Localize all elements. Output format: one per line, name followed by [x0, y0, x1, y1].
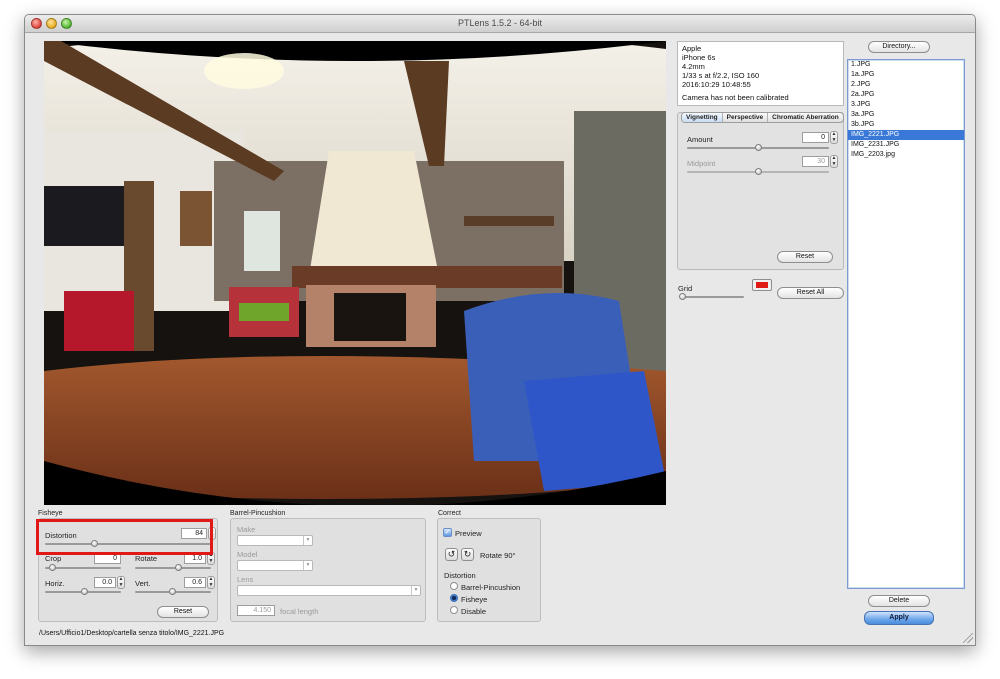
exif-make: Apple	[682, 44, 702, 53]
lens-label: Lens	[237, 575, 254, 584]
exif-model: iPhone 6s	[682, 53, 716, 62]
file-item[interactable]: 2a.JPG	[848, 90, 964, 100]
room-photo	[44, 41, 666, 505]
rotate-right-icon[interactable]: ↻	[461, 548, 474, 561]
vert-field[interactable]: 0.6	[184, 577, 206, 588]
vert-stepper[interactable]: ▲ ▼	[207, 576, 215, 589]
correct-group: ✓ Preview ↺ ↻ Rotate 90° Distortion Barr…	[437, 518, 541, 622]
file-list[interactable]: 1.JPG 1a.JPG 2.JPG 2a.JPG 3.JPG 3a.JPG 3…	[847, 59, 965, 589]
calibration-status: Camera has not been calibrated	[682, 93, 789, 102]
rotate-slider-knob[interactable]	[175, 564, 182, 571]
vert-label: Vert.	[135, 579, 151, 588]
title-bar: PTLens 1.5.2 - 64-bit	[25, 15, 975, 33]
file-item[interactable]: 3b.JPG	[848, 120, 964, 130]
make-select[interactable]: ▼	[237, 535, 313, 546]
radio-disable[interactable]	[450, 606, 458, 614]
exif-exposure: 1/33 s at f/2.2, ISO 160	[682, 71, 760, 80]
rotate-slider[interactable]	[135, 564, 211, 571]
file-item[interactable]: 3.JPG	[848, 100, 964, 110]
preview-checkbox[interactable]: ✓	[443, 528, 452, 537]
exif-info-box: Apple iPhone 6s 4.2mm 1/33 s at f/2.2, I…	[677, 41, 844, 106]
chevron-down-icon: ▼	[303, 561, 312, 570]
amount-label: Amount	[687, 135, 713, 144]
preview-label: Preview	[455, 529, 482, 538]
grid-slider-knob[interactable]	[679, 293, 686, 300]
file-item[interactable]: 2.JPG	[848, 80, 964, 90]
file-item[interactable]: 1a.JPG	[848, 70, 964, 80]
app-window: PTLens 1.5.2 - 64-bit Apple iPhone 6s 4.…	[24, 14, 976, 646]
grid-slider[interactable]	[679, 293, 744, 300]
radio-fisheye[interactable]	[450, 594, 458, 602]
midpoint-slider[interactable]	[687, 168, 829, 175]
status-file-path: /Users/Ufficio1/Desktop/cartella senza t…	[39, 630, 225, 637]
vert-slider[interactable]	[135, 588, 211, 595]
distortion-mode-title: Distortion	[444, 571, 476, 580]
amount-slider-knob[interactable]	[755, 144, 762, 151]
rotate-90-label: Rotate 90°	[480, 551, 516, 560]
amount-slider[interactable]	[687, 144, 829, 151]
horiz-stepper[interactable]: ▲ ▼	[117, 576, 125, 589]
radio-disable-label: Disable	[461, 607, 487, 616]
tab-bar: Vignetting Perspective Chromatic Aberrat…	[681, 112, 844, 123]
rotate-label: Rotate	[135, 554, 158, 563]
tab-perspective[interactable]: Perspective	[723, 113, 769, 122]
grid-color-swatch	[756, 282, 768, 288]
radio-barrel-pincushion-label: Barrel-Pincushion	[461, 583, 521, 592]
model-select[interactable]: ▼	[237, 560, 313, 571]
midpoint-stepper[interactable]: ▲ ▼	[830, 155, 838, 168]
focal-length-label: focal length	[280, 607, 319, 616]
apply-button[interactable]: Apply	[864, 611, 934, 625]
crop-slider[interactable]	[45, 564, 121, 571]
file-item[interactable]: 1.JPG	[848, 60, 964, 70]
distortion-highlight-box	[36, 519, 213, 555]
reset-all-button[interactable]: Reset All	[777, 287, 844, 299]
correct-group-title: Correct	[438, 510, 461, 517]
resize-grip-icon[interactable]	[963, 633, 973, 643]
vignetting-reset-button[interactable]: Reset	[777, 251, 833, 263]
midpoint-label: Midpoint	[687, 159, 716, 168]
tab-chromatic-aberration[interactable]: Chromatic Aberration	[768, 113, 843, 122]
exif-focal: 4.2mm	[682, 62, 705, 71]
midpoint-slider-knob[interactable]	[755, 168, 762, 175]
photo-preview	[44, 41, 666, 505]
delete-button[interactable]: Delete	[868, 595, 930, 607]
fisheye-group-title: Fisheye	[38, 510, 63, 517]
model-label: Model	[237, 550, 258, 559]
fisheye-reset-button[interactable]: Reset	[157, 606, 209, 618]
crop-label: Crop	[45, 554, 62, 563]
horiz-slider-knob[interactable]	[81, 588, 88, 595]
vert-slider-knob[interactable]	[169, 588, 176, 595]
horiz-slider[interactable]	[45, 588, 121, 595]
correction-tab-panel: Vignetting Perspective Chromatic Aberrat…	[677, 112, 844, 270]
make-label: Make	[237, 525, 256, 534]
file-item-selected[interactable]: IMG_2221.JPG	[848, 130, 964, 140]
amount-stepper[interactable]: ▲ ▼	[830, 131, 838, 144]
barrel-pincushion-group: Make ▼ Model ▼ Lens ▼ 4.150 focal length	[230, 518, 426, 622]
horiz-field[interactable]: 0.0	[94, 577, 116, 588]
grid-label: Grid	[678, 284, 693, 293]
exif-date: 2016:10:29 10:48:55	[682, 80, 751, 89]
radio-barrel-pincushion[interactable]	[450, 582, 458, 590]
lens-select[interactable]: ▼	[237, 585, 421, 596]
file-item[interactable]: 3a.JPG	[848, 110, 964, 120]
barrel-group-title: Barrel-Pincushion	[230, 510, 286, 517]
chevron-down-icon: ▼	[411, 586, 420, 595]
crop-slider-knob[interactable]	[49, 564, 56, 571]
file-item[interactable]: IMG_2231.JPG	[848, 140, 964, 150]
midpoint-field[interactable]: 30	[802, 156, 829, 167]
amount-field[interactable]: 0	[802, 132, 829, 143]
horiz-label: Horiz.	[45, 579, 65, 588]
focal-length-field[interactable]: 4.150	[237, 605, 275, 616]
grid-color-well[interactable]	[752, 279, 772, 291]
chevron-down-icon: ▼	[303, 536, 312, 545]
radio-fisheye-label: Fisheye	[461, 595, 488, 604]
rotate-left-icon[interactable]: ↺	[445, 548, 458, 561]
file-item[interactable]: IMG_2203.jpg	[848, 150, 964, 160]
window-title: PTLens 1.5.2 - 64-bit	[457, 18, 543, 28]
directory-button[interactable]: Directory...	[868, 41, 930, 53]
tab-vignetting[interactable]: Vignetting	[682, 113, 723, 122]
